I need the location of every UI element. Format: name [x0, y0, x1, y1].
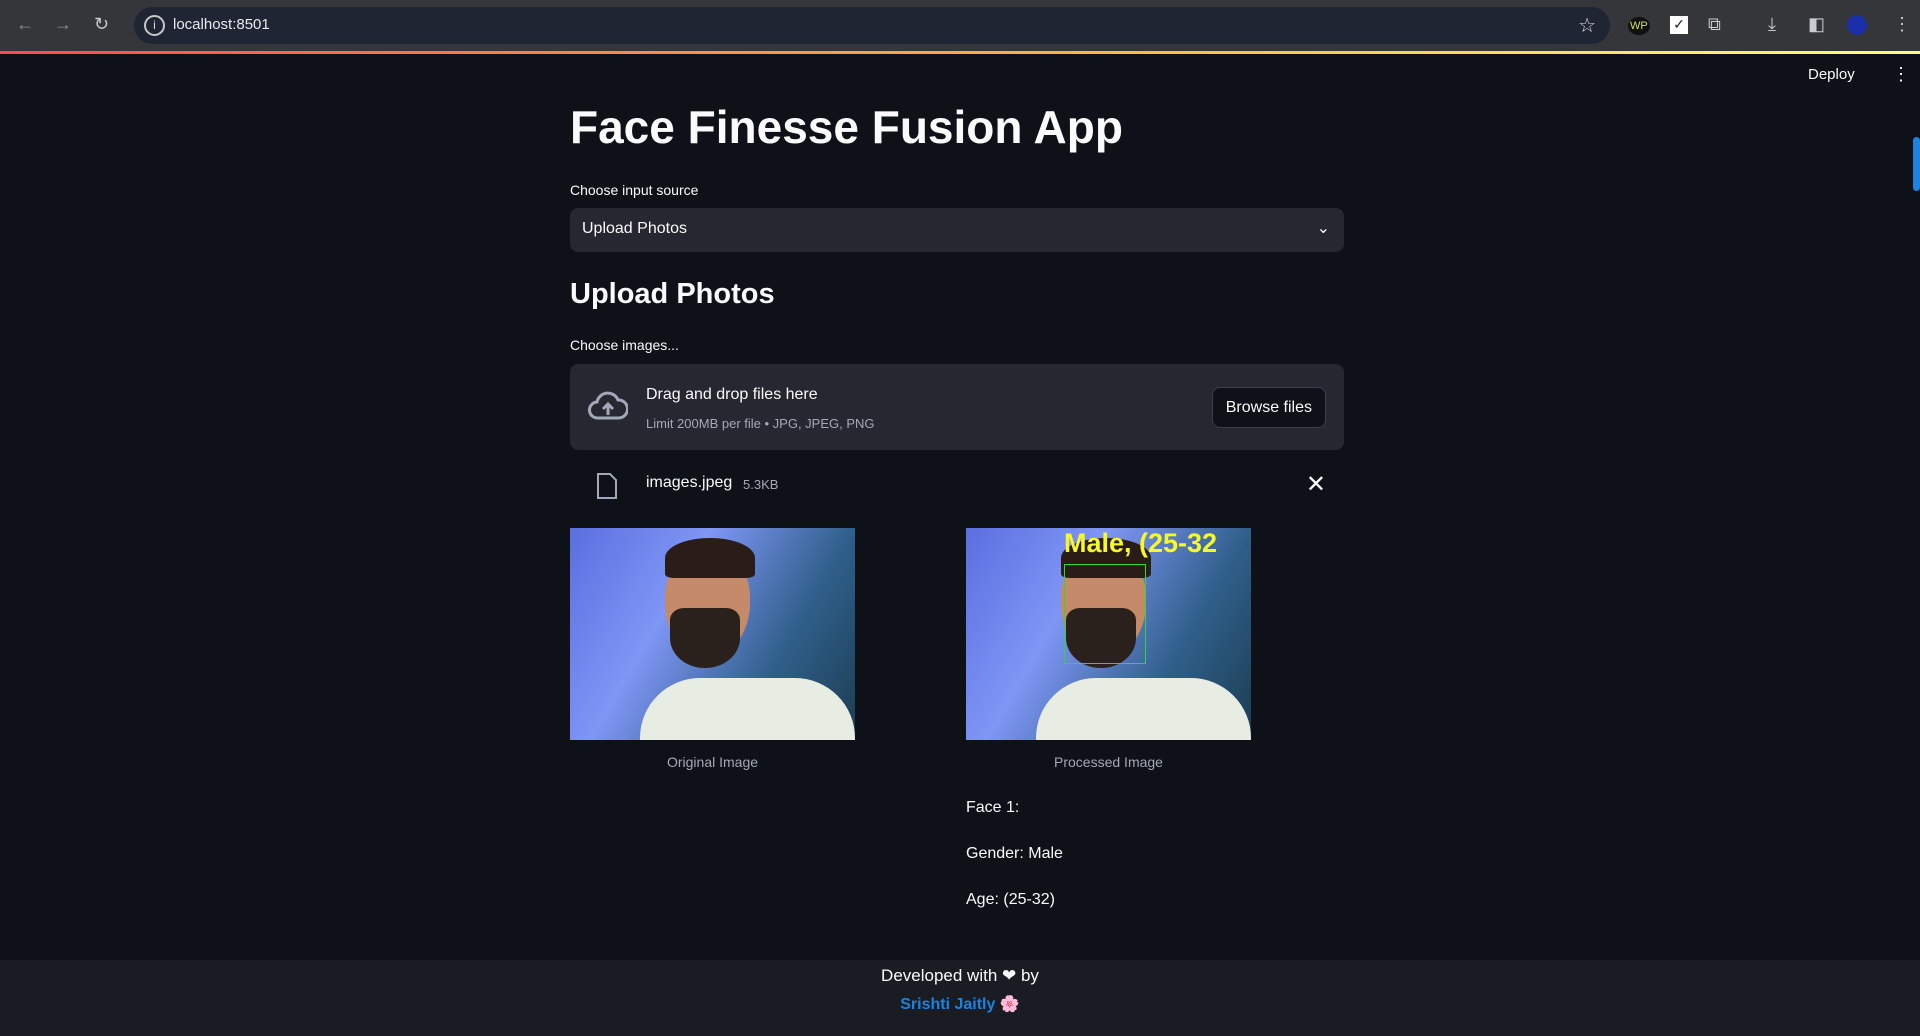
- input-source-select[interactable]: Upload Photos ⌄: [570, 208, 1344, 252]
- checkbox-extension-icon[interactable]: ✓: [1670, 16, 1688, 34]
- gender-result: Gender: Male: [966, 845, 1063, 862]
- extensions-puzzle-icon[interactable]: ⧉: [1708, 14, 1721, 35]
- source-label: Choose input source: [570, 182, 699, 198]
- file-icon: [597, 473, 617, 499]
- face-label-overlay: Male, (25-32: [1064, 528, 1218, 558]
- back-icon[interactable]: ←: [16, 14, 34, 35]
- deploy-button[interactable]: Deploy: [1808, 66, 1855, 83]
- uploader-label: Choose images...: [570, 337, 679, 353]
- file-size: 5.3KB: [743, 477, 779, 492]
- file-name: images.jpeg: [646, 474, 733, 491]
- footer: Developed with ❤ by Srishti Jaitly 🌸: [0, 960, 1920, 1036]
- url-text[interactable]: localhost:8501: [173, 16, 270, 33]
- original-image: [570, 528, 855, 740]
- main-menu-icon[interactable]: ⋮: [1892, 64, 1910, 85]
- face-bounding-box: [1064, 564, 1146, 664]
- site-info-icon[interactable]: i: [144, 15, 165, 36]
- dropzone-limit: Limit 200MB per file • JPG, JPEG, PNG: [646, 416, 875, 431]
- bookmark-star-icon[interactable]: ☆: [1578, 13, 1596, 38]
- age-result: Age: (25-32): [966, 891, 1055, 908]
- file-dropzone[interactable]: Drag and drop files here Limit 200MB per…: [570, 364, 1344, 450]
- dropzone-title: Drag and drop files here: [646, 386, 818, 403]
- loading-gradient-bar: [0, 51, 1920, 54]
- scrollbar-thumb[interactable]: [1913, 137, 1920, 191]
- side-panel-icon[interactable]: ◧: [1808, 14, 1825, 35]
- remove-file-icon[interactable]: ✕: [1306, 470, 1326, 499]
- processed-image: Male, (25-32: [966, 528, 1251, 740]
- browse-files-button[interactable]: Browse files: [1211, 387, 1326, 428]
- download-icon[interactable]: ⤓: [1768, 14, 1776, 35]
- reload-icon[interactable]: ↻: [94, 14, 109, 35]
- select-value: Upload Photos: [582, 220, 687, 237]
- profile-avatar[interactable]: [1847, 15, 1867, 35]
- forward-icon[interactable]: →: [54, 14, 72, 35]
- cloud-upload-icon: [588, 391, 628, 420]
- section-title: Upload Photos: [570, 278, 775, 310]
- browser-toolbar: ← → ↻ i localhost:8501 ☆ WP ✓ ⧉ ⤓ ◧ ⋮: [0, 0, 1920, 52]
- footer-credit: Developed with ❤ by: [881, 966, 1039, 985]
- author-link[interactable]: Srishti Jaitly 🌸: [0, 994, 1920, 1014]
- face-number: Face 1:: [966, 799, 1020, 816]
- address-bar[interactable]: i localhost:8501 ☆: [134, 7, 1610, 44]
- original-caption: Original Image: [666, 754, 759, 770]
- chevron-down-icon: ⌄: [1316, 220, 1330, 237]
- processed-caption: Processed Image: [1054, 754, 1163, 770]
- wp-extension-icon[interactable]: WP: [1628, 17, 1650, 35]
- page-title: Face Finesse Fusion App: [570, 101, 1123, 153]
- uploaded-file-row: images.jpeg 5.3KB ✕: [570, 468, 1344, 504]
- browser-menu-icon[interactable]: ⋮: [1893, 14, 1911, 35]
